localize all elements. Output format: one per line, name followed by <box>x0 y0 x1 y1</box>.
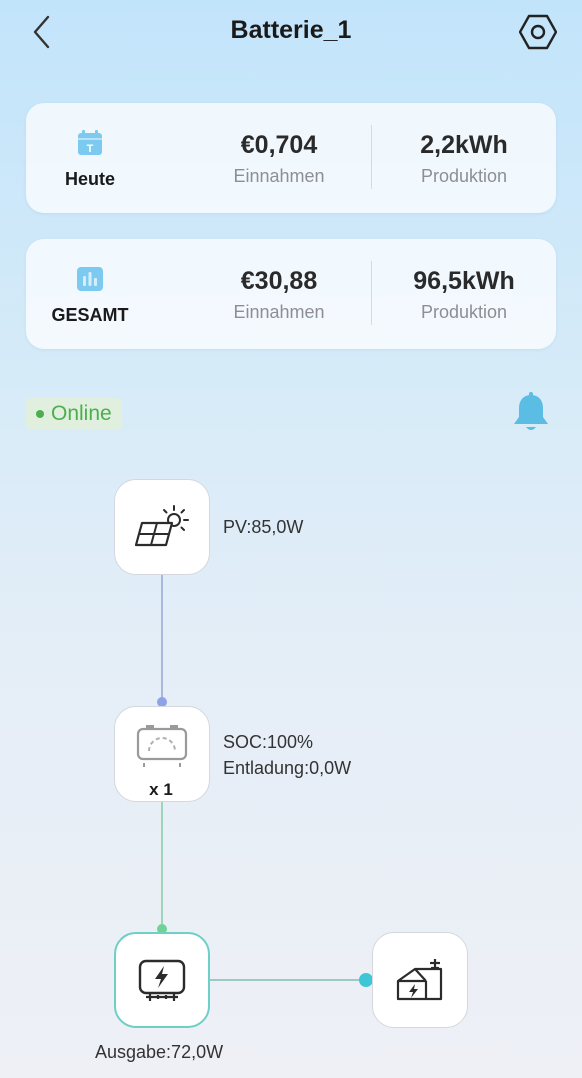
battery-soc-label: SOC:100% <box>223 732 314 752</box>
output-power-label: Ausgabe:72,0W <box>95 1042 224 1062</box>
battery-discharge-label: Entladung:0,0W <box>223 758 352 778</box>
pv-node[interactable] <box>114 479 210 575</box>
pv-power-label: PV:85,0W <box>223 517 304 537</box>
battery-count: x 1 <box>149 780 173 799</box>
home-flow-dot <box>359 973 373 987</box>
battery-icon <box>136 725 188 767</box>
home-icon <box>396 959 443 1001</box>
home-node[interactable] <box>372 932 468 1028</box>
solar-panel-icon <box>134 505 189 547</box>
inverter-icon <box>138 959 186 1001</box>
inverter-node[interactable] <box>114 932 210 1028</box>
